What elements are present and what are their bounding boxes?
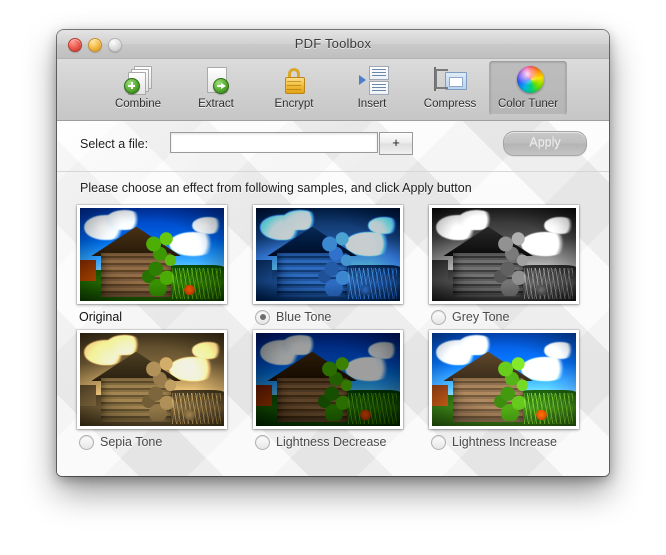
instruction-text: Please choose an effect from following s…	[80, 181, 472, 195]
cabin-photo	[432, 208, 576, 301]
main-toolbar: Combine Extract Encrypt Insert Compress …	[57, 59, 609, 121]
sample-thumbnail-grey-tone[interactable]	[429, 205, 579, 304]
combine-icon	[121, 64, 155, 96]
sample-label-blue-tone: Blue Tone	[276, 310, 332, 324]
file-path-input[interactable]	[170, 132, 378, 153]
content-area: Select a file: + Apply Please choose an …	[57, 121, 609, 476]
sample-radio-blue-tone[interactable]	[255, 309, 270, 325]
toolbar-item-insert[interactable]: Insert	[333, 61, 411, 115]
extract-icon	[199, 64, 233, 96]
sample-caption-grey-tone: Grey Tone	[429, 304, 599, 330]
toolbar-item-encrypt-label: Encrypt	[274, 98, 314, 110]
sample-blue-tone[interactable]: Blue Tone	[253, 205, 423, 330]
compress-icon	[433, 64, 467, 96]
insert-icon	[355, 64, 389, 96]
sample-radio-grey-tone[interactable]	[431, 309, 446, 325]
sample-caption-original: Original	[77, 304, 247, 330]
color-wheel-icon	[511, 64, 545, 96]
sample-radio-sepia-tone[interactable]	[79, 434, 94, 450]
sample-label-sepia-tone: Sepia Tone	[100, 435, 163, 449]
sample-label-grey-tone: Grey Tone	[452, 310, 510, 324]
cabin-photo	[80, 333, 224, 426]
sample-thumbnail-lightness-increase[interactable]	[429, 330, 579, 429]
toolbar-item-combine[interactable]: Combine	[99, 61, 177, 115]
cabin-photo	[256, 208, 400, 301]
sample-thumbnail-original[interactable]	[77, 205, 227, 304]
add-file-button[interactable]: +	[379, 132, 413, 155]
window-titlebar: PDF Toolbox	[57, 30, 609, 59]
sample-radio-lightness-increase[interactable]	[431, 434, 446, 450]
sample-thumbnail-lightness-decrease[interactable]	[253, 330, 403, 429]
cabin-photo	[432, 333, 576, 426]
toolbar-item-extract[interactable]: Extract	[177, 61, 255, 115]
toolbar-item-compress-label: Compress	[423, 98, 477, 110]
select-file-label: Select a file:	[80, 137, 149, 151]
apply-button[interactable]: Apply	[503, 131, 587, 156]
file-selection-row: Select a file: + Apply	[57, 121, 609, 172]
sample-grey-tone[interactable]: Grey Tone	[429, 205, 599, 330]
sample-label-lightness-decrease: Lightness Decrease	[276, 435, 387, 449]
sample-original[interactable]: Original	[77, 205, 247, 330]
sample-caption-sepia-tone: Sepia Tone	[77, 429, 247, 455]
sample-radio-lightness-decrease[interactable]	[255, 434, 270, 450]
sample-thumbnail-sepia-tone[interactable]	[77, 330, 227, 429]
toolbar-item-compress[interactable]: Compress	[411, 61, 489, 115]
sample-lightness-increase[interactable]: Lightness Increase	[429, 330, 599, 455]
toolbar-item-combine-label: Combine	[114, 98, 162, 110]
sample-label-lightness-increase: Lightness Increase	[452, 435, 557, 449]
sample-lightness-decrease[interactable]: Lightness Decrease	[253, 330, 423, 455]
sample-sepia-tone[interactable]: Sepia Tone	[77, 330, 247, 455]
sample-caption-blue-tone: Blue Tone	[253, 304, 423, 330]
toolbar-item-color-tuner-label: Color Tuner	[497, 98, 559, 110]
pdf-toolbox-window: PDF Toolbox Combine Extract Encrypt Inse…	[57, 30, 609, 476]
effect-samples-grid: Original Blue Tone Grey Tone Sepia Tone …	[77, 205, 591, 455]
encrypt-lock-icon	[277, 64, 311, 96]
sample-label-original: Original	[79, 310, 123, 324]
toolbar-item-color-tuner[interactable]: Color Tuner	[489, 61, 567, 115]
sample-caption-lightness-decrease: Lightness Decrease	[253, 429, 423, 455]
toolbar-item-extract-label: Extract	[198, 98, 234, 110]
window-title: PDF Toolbox	[294, 36, 372, 51]
cabin-photo	[256, 333, 400, 426]
cabin-photo	[80, 208, 224, 301]
toolbar-item-encrypt[interactable]: Encrypt	[255, 61, 333, 115]
toolbar-item-insert-label: Insert	[357, 98, 387, 110]
sample-caption-lightness-increase: Lightness Increase	[429, 429, 599, 455]
sample-thumbnail-blue-tone[interactable]	[253, 205, 403, 304]
